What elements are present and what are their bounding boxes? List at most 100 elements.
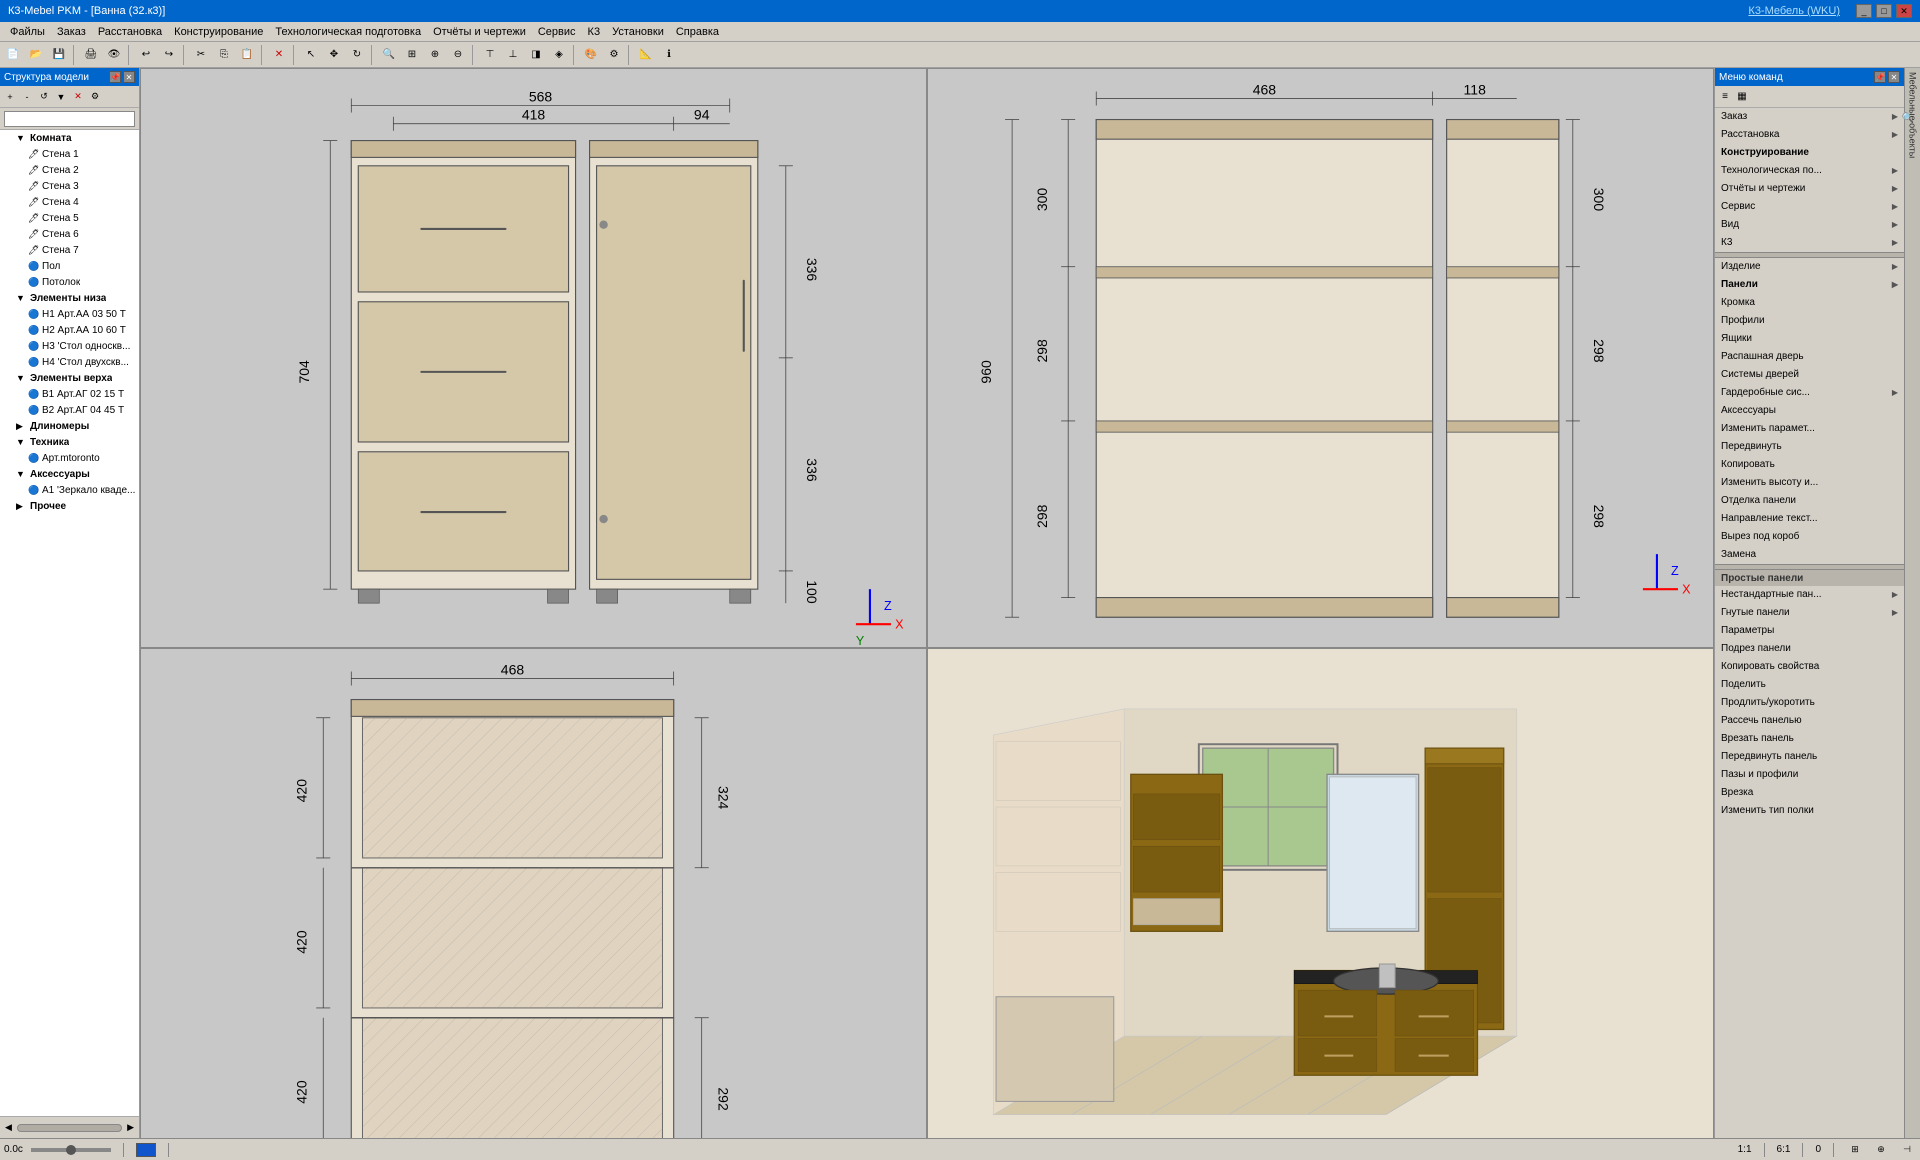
cmd-item-drawers[interactable]: Ящики [1715, 330, 1904, 348]
maximize-button[interactable]: □ [1876, 4, 1892, 18]
open-button[interactable]: 📂 [25, 44, 47, 66]
info-button[interactable]: ℹ [658, 44, 680, 66]
cmd-item-reports[interactable]: Отчёты и чертежи [1715, 180, 1904, 198]
tree-item-h3[interactable]: 🔵 Н3 'Стол односкв... [0, 338, 139, 354]
tree-item-wall7[interactable]: 🖊 Стена 7 [0, 242, 139, 258]
paste-button[interactable]: 📋 [236, 44, 258, 66]
tree-item-a1[interactable]: 🔵 А1 'Зеркало кваде... [0, 482, 139, 498]
cmd-item-door-systems[interactable]: Системы дверей [1715, 366, 1904, 384]
cmd-item-nonstandard-panels[interactable]: Нестандартные пан... [1715, 586, 1904, 604]
cmd-item-inlay-panel[interactable]: Врезать панель [1715, 730, 1904, 748]
cmd-item-move-panel[interactable]: Передвинуть панель [1715, 748, 1904, 766]
cmd-item-inlay[interactable]: Врезка [1715, 784, 1904, 802]
tree-item-lengthmeasures[interactable]: ▶ Длиномеры [0, 418, 139, 434]
snap-button[interactable]: ⊕ [1872, 1141, 1890, 1159]
close-button[interactable]: ✕ [1896, 4, 1912, 18]
structure-panel-close[interactable]: ✕ [123, 71, 135, 83]
zoom-all-button[interactable]: ⊞ [401, 44, 423, 66]
cut-button[interactable]: ✂ [190, 44, 212, 66]
structure-panel-pin[interactable]: 📌 [109, 71, 121, 83]
tree-item-ceiling[interactable]: 🔵 Потолок [0, 274, 139, 290]
k3-link[interactable]: К3-Мебель (WKU) [1748, 5, 1840, 17]
cmd-item-change-shelf-type[interactable]: Изменить тип полки [1715, 802, 1904, 820]
menu-item-reports[interactable]: Отчёты и чертежи [427, 24, 532, 40]
tree-collapse-button[interactable]: - [19, 89, 35, 105]
cmd-item-text-dir[interactable]: Направление текст... [1715, 510, 1904, 528]
tree-item-tech[interactable]: ▼ Техника [0, 434, 139, 450]
cmd-item-view[interactable]: Вид [1715, 216, 1904, 234]
cmd-item-swing-door[interactable]: Распашная дверь [1715, 348, 1904, 366]
zoom-in-button[interactable]: ⊕ [424, 44, 446, 66]
cmd-item-profiles[interactable]: Профили [1715, 312, 1904, 330]
tree-item-bottom-elements[interactable]: ▼ Элементы низа [0, 290, 139, 306]
search-icon[interactable]: 🔍 [1902, 113, 1914, 124]
cmd-item-accessories-cmd[interactable]: Аксессуары [1715, 402, 1904, 420]
tree-item-floor[interactable]: 🔵 Пол [0, 258, 139, 274]
cmd-item-cutout[interactable]: Вырез под короб [1715, 528, 1904, 546]
cmd-item-copy-props[interactable]: Копировать свойства [1715, 658, 1904, 676]
cmd-item-panels[interactable]: Панели [1715, 276, 1904, 294]
tree-item-h4[interactable]: 🔵 Н4 'Стол двухскв... [0, 354, 139, 370]
menu-item-k3[interactable]: К3 [582, 24, 607, 40]
cmd-item-k3[interactable]: К3 [1715, 234, 1904, 252]
tree-content[interactable]: ▼ Комната 🖊 Стена 1 🖊 Стена 2 [0, 130, 139, 1116]
cmd-menu-close[interactable]: ✕ [1888, 71, 1900, 83]
cmd-tb-2[interactable]: ▦ [1734, 89, 1750, 105]
tree-filter-button[interactable]: ▼ [53, 89, 69, 105]
render-button[interactable]: 🎨 [580, 44, 602, 66]
cmd-item-bent-panels[interactable]: Гнутые панели [1715, 604, 1904, 622]
cmd-item-move[interactable]: Передвинуть [1715, 438, 1904, 456]
tree-close-button[interactable]: ✕ [70, 89, 86, 105]
menu-item-service[interactable]: Сервис [532, 24, 582, 40]
move-button[interactable]: ✥ [323, 44, 345, 66]
viewport-bottom-left[interactable]: 468 [140, 648, 927, 1138]
cmd-item-construct[interactable]: Конструирование [1715, 144, 1904, 162]
tree-item-wall5[interactable]: 🖊 Стена 5 [0, 210, 139, 226]
tree-item-room[interactable]: ▼ Комната [0, 130, 139, 146]
viewport-bottom-right[interactable] [927, 648, 1714, 1138]
preview-button[interactable]: 👁 [103, 44, 125, 66]
cmd-item-wardrobe[interactable]: Гардеробные сис... [1715, 384, 1904, 402]
left-scroll-bar[interactable] [17, 1124, 122, 1132]
tree-item-h1[interactable]: 🔵 Н1 Арт.АА 03 50 Т [0, 306, 139, 322]
undo-button[interactable]: ↩ [135, 44, 157, 66]
tree-item-mtoronto[interactable]: 🔵 Арт.mtoronto [0, 450, 139, 466]
tree-search-input[interactable] [4, 111, 135, 127]
tree-item-wall3[interactable]: 🖊 Стена 3 [0, 178, 139, 194]
view-front-button[interactable]: ⊥ [502, 44, 524, 66]
menu-item-settings[interactable]: Установки [606, 24, 670, 40]
rotate-button[interactable]: ↻ [346, 44, 368, 66]
view-3d-button[interactable]: ◈ [548, 44, 570, 66]
tree-expand-button[interactable]: + [2, 89, 18, 105]
cmd-item-divide[interactable]: Поделить [1715, 676, 1904, 694]
cmd-tb-1[interactable]: ≡ [1717, 89, 1733, 105]
tree-item-wall4[interactable]: 🖊 Стена 4 [0, 194, 139, 210]
tree-item-other[interactable]: ▶ Прочее [0, 498, 139, 514]
cmd-item-change-params[interactable]: Изменить парамет... [1715, 420, 1904, 438]
select-button[interactable]: ↖ [300, 44, 322, 66]
cmd-item-grooves-profiles[interactable]: Пазы и профили [1715, 766, 1904, 784]
redo-button[interactable]: ↪ [158, 44, 180, 66]
cmd-item-techprep[interactable]: Технологическая по... [1715, 162, 1904, 180]
grid-button[interactable]: ⊞ [1846, 1141, 1864, 1159]
zoom-window-button[interactable]: 🔍 [378, 44, 400, 66]
delete-button[interactable]: ✕ [268, 44, 290, 66]
menu-item-techprep[interactable]: Технологическая подготовка [269, 24, 427, 40]
cmd-item-order[interactable]: Заказ [1715, 108, 1904, 126]
zoom-out-button[interactable]: ⊖ [447, 44, 469, 66]
cmd-item-change-height[interactable]: Изменить высоту и... [1715, 474, 1904, 492]
new-button[interactable]: 📄 [2, 44, 24, 66]
cmd-item-edge[interactable]: Кромка [1715, 294, 1904, 312]
menu-item-order[interactable]: Заказ [51, 24, 92, 40]
menu-item-files[interactable]: Файлы [4, 24, 51, 40]
tree-item-h2[interactable]: 🔵 Н2 Арт.АА 10 60 Т [0, 322, 139, 338]
save-button[interactable]: 💾 [48, 44, 70, 66]
cmd-item-replace[interactable]: Замена [1715, 546, 1904, 564]
view-top-button[interactable]: ⊤ [479, 44, 501, 66]
print-button[interactable]: 🖨 [80, 44, 102, 66]
cmd-item-extend-shorten[interactable]: Продлить/укоротить [1715, 694, 1904, 712]
left-scroll-right-button[interactable]: ▶ [124, 1122, 137, 1133]
cmd-item-copy[interactable]: Копировать [1715, 456, 1904, 474]
viewport-top-right[interactable]: 468 118 [927, 68, 1714, 648]
cmd-menu-pin[interactable]: 📌 [1874, 71, 1886, 83]
